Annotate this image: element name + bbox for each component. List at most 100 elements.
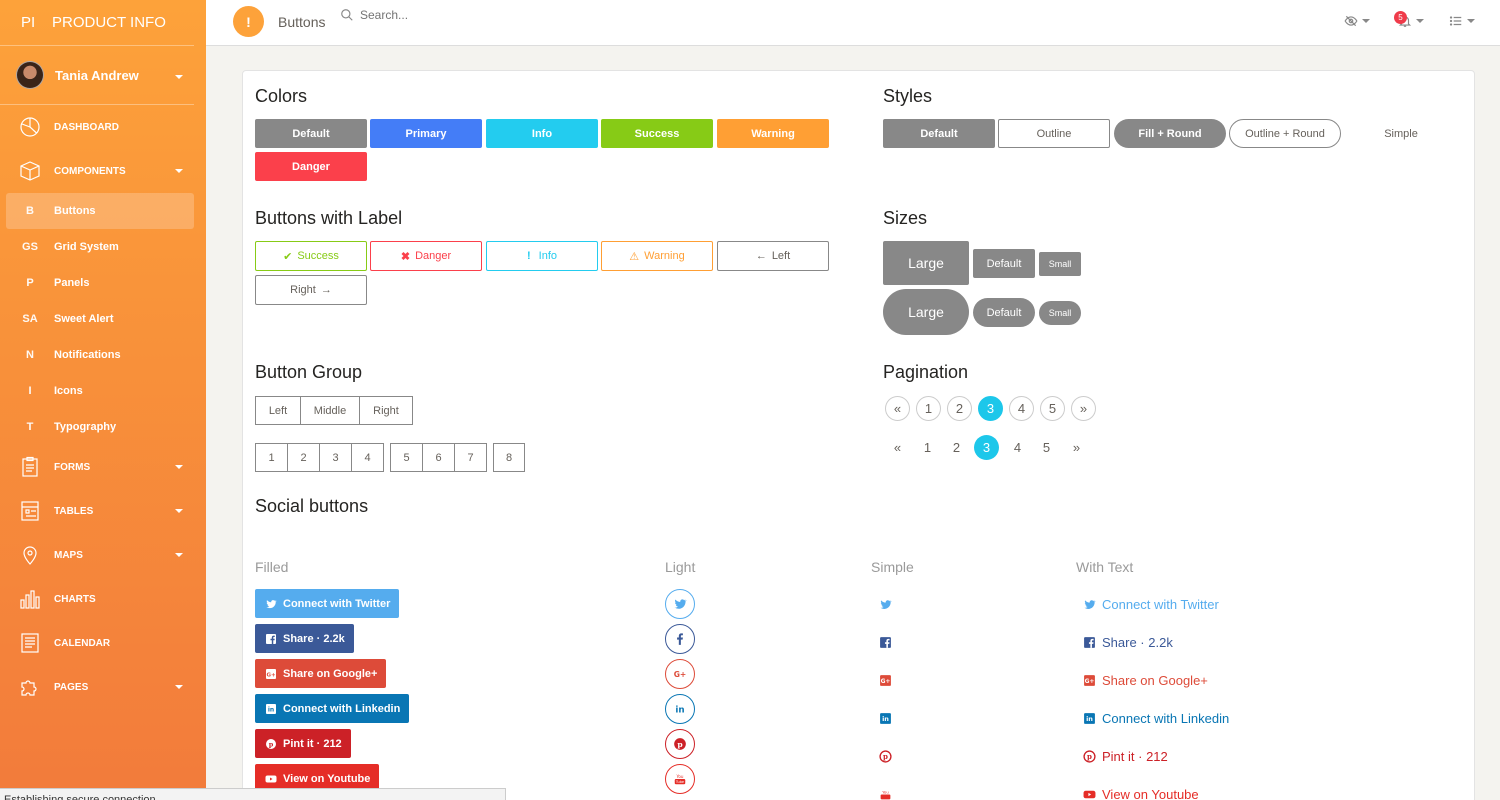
facebook-text-button[interactable]: Share · 2.2k bbox=[1083, 633, 1173, 651]
pagination-page-active[interactable]: 3 bbox=[978, 396, 1003, 421]
sidebar-item-label: Icons bbox=[54, 385, 83, 397]
notification-badge: 5 bbox=[1394, 11, 1407, 24]
svg-text:in: in bbox=[268, 706, 274, 713]
group-number-button[interactable]: 2 bbox=[287, 443, 320, 472]
twitter-light-button[interactable] bbox=[665, 589, 695, 619]
pinterest-simple-button[interactable]: p bbox=[877, 748, 893, 764]
sidebar-item-label: Sweet Alert bbox=[54, 313, 114, 325]
sidebar-item-notifications[interactable]: N Notifications bbox=[6, 337, 194, 373]
pagination-page[interactable]: 1 bbox=[916, 396, 941, 421]
youtube-text-button[interactable]: View on Youtube bbox=[1083, 785, 1199, 800]
large-button[interactable]: Large bbox=[883, 241, 969, 285]
default-button[interactable]: Default bbox=[255, 119, 367, 148]
sidebar-item-charts[interactable]: CHARTS bbox=[0, 577, 206, 621]
group-left-button[interactable]: Left bbox=[255, 396, 301, 425]
pagination-page[interactable]: 2 bbox=[944, 435, 969, 460]
pagination-page[interactable]: 5 bbox=[1034, 435, 1059, 460]
style-simple-button[interactable]: Simple bbox=[1345, 119, 1457, 148]
twitter-text-button[interactable]: Connect with Twitter bbox=[1083, 595, 1219, 613]
sidebar-item-grid-system[interactable]: GS Grid System bbox=[6, 229, 194, 265]
label-danger-button[interactable]: ✖ Danger bbox=[370, 241, 482, 271]
label-right-button[interactable]: Right → bbox=[255, 275, 367, 305]
list-menu-button[interactable] bbox=[1449, 14, 1475, 28]
sidebar-toggle-button[interactable]: ! bbox=[233, 6, 264, 37]
group-number-button[interactable]: 1 bbox=[255, 443, 288, 472]
facebook-light-button[interactable] bbox=[665, 624, 695, 654]
pagination-prev[interactable]: « bbox=[885, 435, 910, 460]
style-default-button[interactable]: Default bbox=[883, 119, 995, 148]
eye-menu-button[interactable] bbox=[1344, 14, 1370, 28]
sidebar-item-buttons[interactable]: B Buttons bbox=[6, 193, 194, 229]
label-buttons-heading: Buttons with Label bbox=[255, 208, 403, 228]
label-left-button[interactable]: ← Left bbox=[717, 241, 829, 271]
pagination-prev[interactable]: « bbox=[885, 396, 910, 421]
small-button[interactable]: Small bbox=[1039, 252, 1081, 276]
youtube-light-button[interactable]: You Tube bbox=[665, 764, 695, 794]
label-warning-button[interactable]: ⚠ Warning bbox=[601, 241, 713, 271]
group-number-button[interactable]: 3 bbox=[319, 443, 352, 472]
linkedin-text-button[interactable]: in Connect with Linkedin bbox=[1083, 709, 1229, 727]
sidebar-item-panels[interactable]: P Panels bbox=[6, 265, 194, 301]
label-success-button[interactable]: ✔ Success bbox=[255, 241, 367, 271]
sidebar-item-typography[interactable]: T Typography bbox=[6, 409, 194, 445]
pagination-page-active[interactable]: 3 bbox=[974, 435, 999, 460]
info-button[interactable]: Info bbox=[486, 119, 598, 148]
brand-name: PRODUCT INFO bbox=[52, 14, 166, 31]
group-middle-button[interactable]: Middle bbox=[300, 396, 360, 425]
sidebar-item-maps[interactable]: MAPS bbox=[0, 533, 206, 577]
default-round-button[interactable]: Default bbox=[973, 298, 1035, 327]
sidebar-item-forms[interactable]: FORMS bbox=[0, 445, 206, 489]
google-filled-button[interactable]: G+ Share on Google+ bbox=[255, 659, 387, 688]
primary-button[interactable]: Primary bbox=[370, 119, 482, 148]
group-right-button[interactable]: Right bbox=[359, 396, 413, 425]
sidebar-item-dashboard[interactable]: DASHBOARD bbox=[0, 105, 206, 149]
pinterest-light-button[interactable]: p bbox=[665, 729, 695, 759]
sidebar-item-pages[interactable]: PAGES bbox=[0, 665, 206, 709]
google-simple-button[interactable]: G+ bbox=[877, 672, 893, 688]
linkedin-light-button[interactable]: in bbox=[665, 694, 695, 724]
pagination-page[interactable]: 1 bbox=[915, 435, 940, 460]
default-size-button[interactable]: Default bbox=[973, 249, 1035, 278]
group-number-button[interactable]: 5 bbox=[390, 443, 423, 472]
group-number-button[interactable]: 6 bbox=[422, 443, 455, 472]
warning-button[interactable]: Warning bbox=[717, 119, 829, 148]
linkedin-simple-button[interactable]: in bbox=[877, 710, 893, 726]
style-outline-button[interactable]: Outline bbox=[998, 119, 1110, 148]
google-light-button[interactable]: G+ bbox=[665, 659, 695, 689]
facebook-filled-button[interactable]: Share · 2.2k bbox=[255, 624, 354, 653]
youtube-simple-button[interactable]: You bbox=[877, 786, 893, 800]
social-heading: Social buttons bbox=[255, 496, 369, 516]
group-number-button[interactable]: 7 bbox=[454, 443, 487, 472]
sidebar-item-icons[interactable]: I Icons bbox=[6, 373, 194, 409]
twitter-simple-button[interactable] bbox=[877, 596, 893, 612]
label-info-button[interactable]: ! Info bbox=[486, 241, 598, 271]
group-number-button[interactable]: 8 bbox=[493, 443, 525, 472]
pagination-next[interactable]: » bbox=[1071, 396, 1096, 421]
notifications-button[interactable]: 5 bbox=[1394, 11, 1424, 28]
group-number-button[interactable]: 4 bbox=[351, 443, 384, 472]
sidebar-item-calendar[interactable]: CALENDAR bbox=[0, 621, 206, 665]
style-outline-round-button[interactable]: Outline + Round bbox=[1229, 119, 1341, 148]
small-round-button[interactable]: Small bbox=[1039, 301, 1081, 325]
twitter-filled-button[interactable]: Connect with Twitter bbox=[255, 589, 400, 618]
danger-button[interactable]: Danger bbox=[255, 152, 367, 181]
facebook-simple-button[interactable] bbox=[877, 634, 893, 650]
sidebar-item-sweet-alert[interactable]: SA Sweet Alert bbox=[6, 301, 194, 337]
sidebar-item-components[interactable]: COMPONENTS bbox=[0, 149, 206, 193]
large-round-button[interactable]: Large bbox=[883, 289, 969, 335]
pagination-page[interactable]: 4 bbox=[1005, 435, 1030, 460]
style-fill-round-button[interactable]: Fill + Round bbox=[1114, 119, 1226, 148]
pagination-next[interactable]: » bbox=[1064, 435, 1089, 460]
sidebar-item-tables[interactable]: TABLES bbox=[0, 489, 206, 533]
pinterest-text-button[interactable]: p Pint it · 212 bbox=[1083, 747, 1168, 765]
success-button[interactable]: Success bbox=[601, 119, 713, 148]
google-text-button[interactable]: G+ Share on Google+ bbox=[1083, 671, 1208, 689]
user-profile[interactable]: Tania Andrew bbox=[0, 46, 194, 105]
pagination-page[interactable]: 4 bbox=[1009, 396, 1034, 421]
brand-logo[interactable]: PI PRODUCT INFO bbox=[0, 0, 194, 46]
pagination-page[interactable]: 5 bbox=[1040, 396, 1065, 421]
search-input[interactable] bbox=[360, 8, 560, 22]
pagination-page[interactable]: 2 bbox=[947, 396, 972, 421]
pinterest-filled-button[interactable]: p Pint it · 212 bbox=[255, 729, 351, 758]
linkedin-filled-button[interactable]: in Connect with Linkedin bbox=[255, 694, 410, 723]
